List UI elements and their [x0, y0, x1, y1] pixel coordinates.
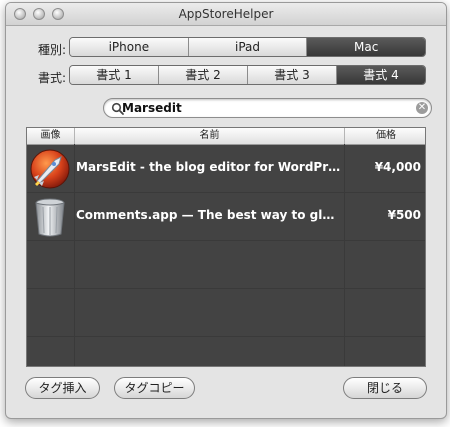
copy-tag-button[interactable]: タグコピー: [114, 377, 195, 399]
format-option-2[interactable]: 書式 2: [158, 66, 247, 84]
column-header-price[interactable]: 価格: [344, 128, 425, 144]
marsedit-rocket-icon: [30, 149, 70, 189]
window-title: AppStoreHelper: [178, 7, 274, 21]
row-divider: [27, 240, 425, 241]
table-row[interactable]: MarsEdit - the blog editor for WordPress…: [27, 145, 425, 192]
kind-option-iphone[interactable]: iPhone: [70, 38, 188, 56]
format-option-4[interactable]: 書式 4: [336, 66, 425, 84]
app-name: MarsEdit - the blog editor for WordPress…: [76, 160, 341, 174]
app-name: Comments.app — The best way to glance at…: [76, 208, 341, 222]
column-header-image[interactable]: 画像: [27, 128, 74, 144]
close-button[interactable]: 閉じる: [343, 377, 427, 399]
row-divider: [27, 336, 425, 337]
kind-segmented-control: iPhone iPad Mac: [69, 37, 426, 57]
format-label: 書式:: [37, 71, 66, 85]
row-divider: [27, 288, 425, 289]
format-option-1[interactable]: 書式 1: [70, 66, 158, 84]
trash-can-icon: [35, 198, 65, 237]
clear-search-icon[interactable]: ✕: [416, 102, 428, 114]
column-header-name[interactable]: 名前: [74, 128, 344, 144]
app-price: ¥500: [387, 208, 421, 222]
kind-option-ipad[interactable]: iPad: [187, 38, 307, 56]
format-segmented-control: 書式 1 書式 2 書式 3 書式 4: [69, 65, 426, 85]
search-input[interactable]: Marsedit: [122, 101, 182, 115]
kind-label: 種別:: [37, 43, 66, 57]
title-bar[interactable]: AppStoreHelper: [6, 3, 446, 26]
search-field[interactable]: Marsedit ✕: [103, 98, 432, 118]
kind-option-mac[interactable]: Mac: [306, 38, 425, 56]
results-table: 画像 名前 価格 MarsEdit - the blog editor for …: [26, 127, 426, 367]
table-header: 画像 名前 価格: [27, 128, 425, 145]
app-window: AppStoreHelper 種別: iPhone iPad Mac 書式: 書…: [5, 2, 447, 419]
insert-tag-button[interactable]: タグ挿入: [25, 377, 100, 399]
format-option-3[interactable]: 書式 3: [247, 66, 336, 84]
table-row[interactable]: Comments.app — The best way to glance at…: [27, 193, 425, 240]
app-price: ¥4,000: [374, 160, 421, 174]
